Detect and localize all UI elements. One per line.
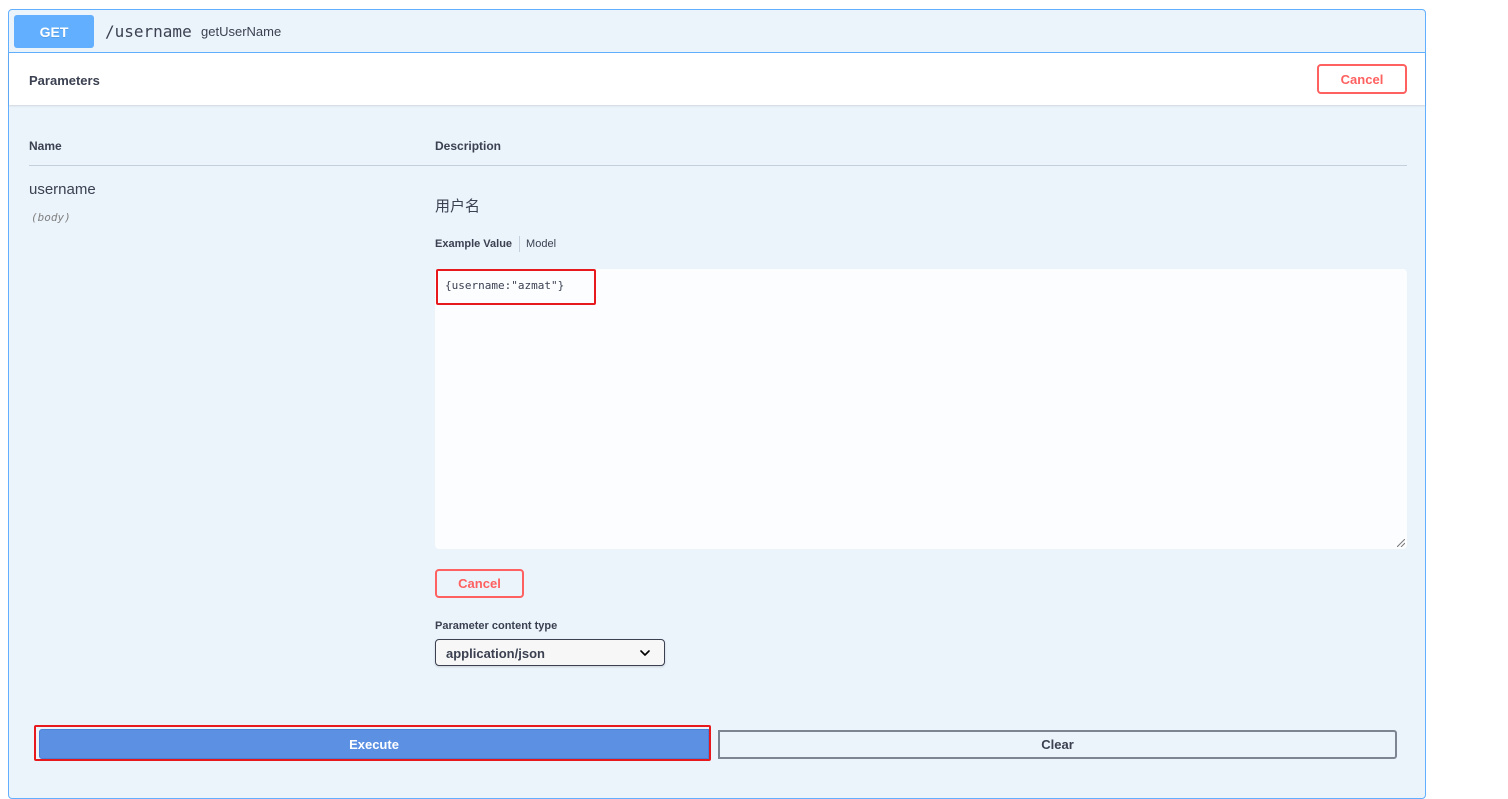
clear-button[interactable]: Clear xyxy=(718,730,1397,759)
column-header-description: Description xyxy=(435,139,502,153)
column-divider xyxy=(29,165,1407,166)
try-out-cancel-button[interactable]: Cancel xyxy=(1317,64,1407,94)
parameter-location: (body) xyxy=(31,211,71,224)
body-cancel-button[interactable]: Cancel xyxy=(435,569,524,598)
parameter-description: 用户名 xyxy=(435,198,481,215)
tab-model[interactable]: Model xyxy=(526,238,556,250)
content-type-value: application/json xyxy=(446,646,545,661)
tab-example-value[interactable]: Example Value xyxy=(435,238,512,250)
tab-separator xyxy=(519,236,521,252)
body-textarea-value: {username:"azmat"} xyxy=(445,279,565,292)
resize-grip-icon[interactable] xyxy=(1397,539,1405,547)
operation-block: GET /username getUserName Parameters Can… xyxy=(8,9,1426,799)
parameter-name: username xyxy=(29,181,96,198)
body-textarea[interactable]: {username:"azmat"} xyxy=(435,269,1407,549)
operation-path: /username xyxy=(105,22,192,41)
column-header-name: Name xyxy=(29,139,62,153)
content-type-label: Parameter content type xyxy=(435,620,558,632)
execute-button[interactable]: Execute xyxy=(39,729,709,759)
example-tabs: Example Value Model xyxy=(435,236,556,252)
operation-summary[interactable]: GET /username getUserName xyxy=(9,10,1425,53)
operation-summary-text: getUserName xyxy=(201,24,282,39)
method-badge: GET xyxy=(14,15,94,48)
chevron-down-icon xyxy=(640,650,650,656)
content-type-select[interactable]: application/json xyxy=(435,639,665,666)
parameters-header: Parameters Cancel xyxy=(9,53,1425,105)
parameters-title: Parameters xyxy=(29,73,100,88)
